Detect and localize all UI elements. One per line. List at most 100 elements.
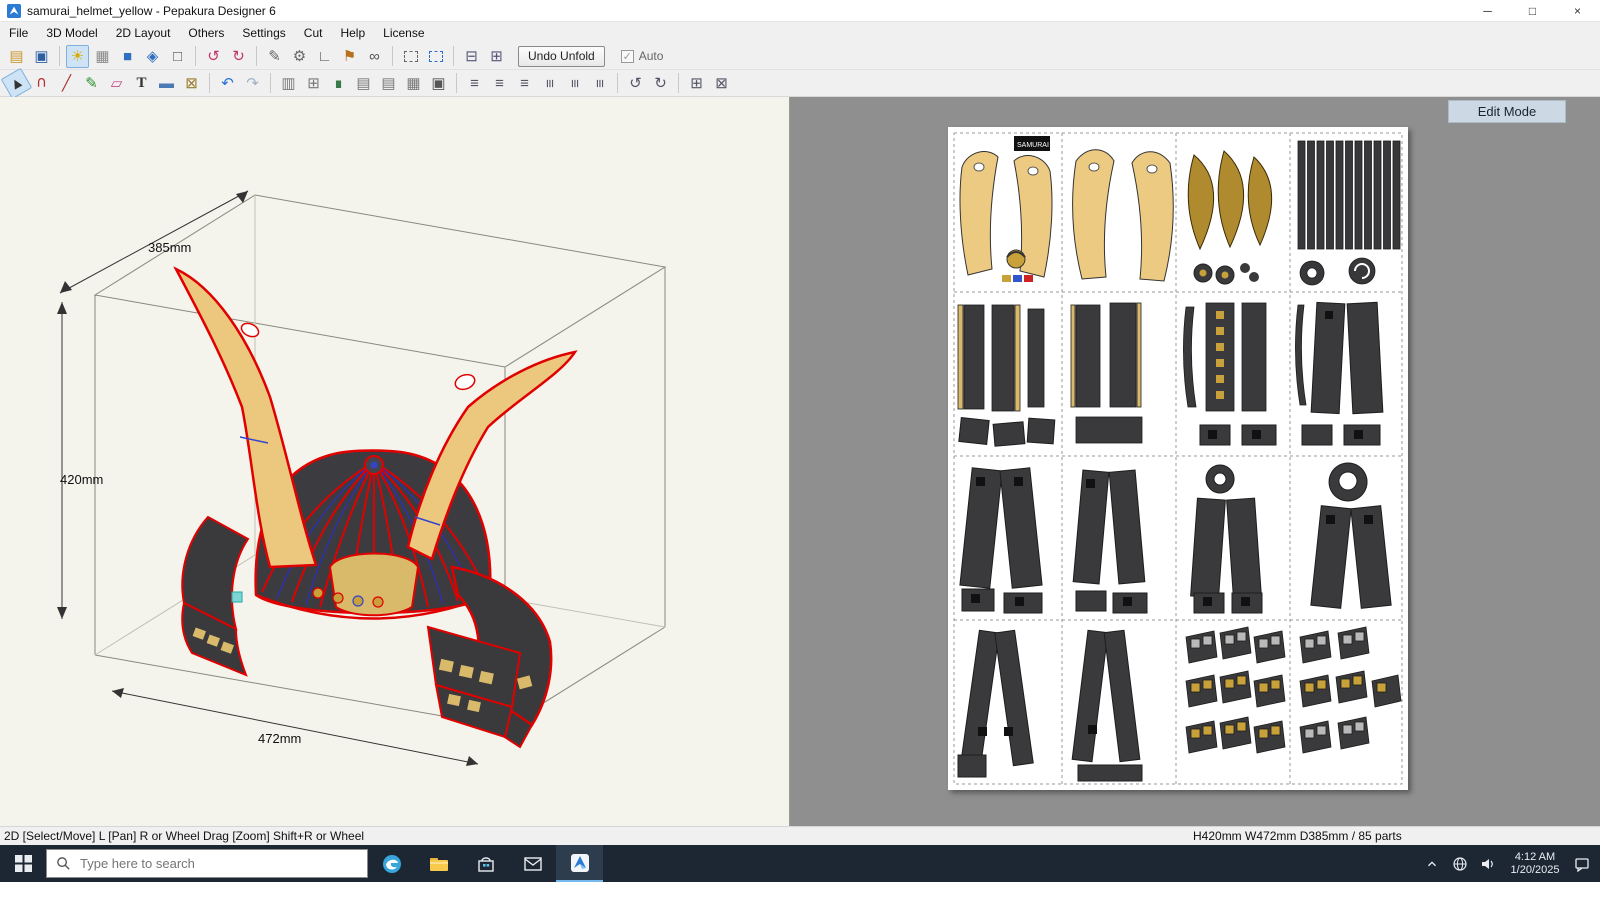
auto-checkbox[interactable]: ✓ — [620, 49, 634, 63]
print-icon[interactable]: ▣ — [427, 72, 450, 95]
export-image-icon[interactable]: ▤ — [377, 72, 400, 95]
select-area-plus-icon[interactable] — [424, 45, 447, 68]
taskbar-edge[interactable] — [368, 845, 415, 882]
link-icon[interactable]: ∞ — [363, 45, 386, 68]
menu-3d-model[interactable]: 3D Model — [37, 22, 106, 43]
align-bottom-icon[interactable]: ≡ — [588, 72, 611, 95]
tray-chevron-up-icon[interactable] — [1420, 845, 1444, 882]
status-hint: 2D [Select/Move] L [Pan] R or Wheel Drag… — [4, 829, 365, 843]
align-top-icon[interactable]: ≡ — [538, 72, 561, 95]
part-panels-1[interactable] — [957, 304, 1056, 447]
export-print-icon[interactable]: ▦ — [402, 72, 425, 95]
toolbar-separator — [270, 73, 271, 93]
taskbar-mail[interactable] — [509, 845, 556, 882]
taskbar-store[interactable] — [462, 845, 509, 882]
part-plate-rows-2[interactable] — [1299, 626, 1402, 754]
part-ring-panels-1[interactable] — [1190, 464, 1263, 614]
menu-help[interactable]: Help — [331, 22, 374, 43]
rotate-right90-icon[interactable]: ↻ — [649, 72, 672, 95]
part-tapered-panels-1[interactable] — [959, 467, 1043, 614]
search-icon — [57, 857, 70, 870]
menu-2d-layout[interactable]: 2D Layout — [107, 22, 180, 43]
part-panels-4[interactable] — [1295, 301, 1384, 446]
minimize-button[interactable]: ─ — [1465, 0, 1510, 22]
edit-mode-button[interactable]: Edit Mode — [1448, 100, 1566, 123]
texture-icon[interactable]: ▦ — [91, 45, 114, 68]
start-button[interactable] — [0, 845, 46, 882]
pane-split-h-icon[interactable]: ⊟ — [460, 45, 483, 68]
close-button[interactable]: × — [1555, 0, 1600, 22]
flatten-icon[interactable]: ⊞ — [302, 72, 325, 95]
viewport-3d[interactable]: 385mm 420mm 472mm — [0, 97, 790, 826]
shaded-view-icon[interactable]: ■ — [116, 45, 139, 68]
arrange-parts-icon[interactable]: ⊞ — [685, 72, 708, 95]
align-middle-icon[interactable]: ≡ — [563, 72, 586, 95]
rotate-left90-icon[interactable]: ↺ — [624, 72, 647, 95]
eraser-icon[interactable]: ▱ — [105, 72, 128, 95]
part-crest-pair-1[interactable]: SAMURAI — [959, 136, 1053, 282]
edge-pen-icon[interactable]: ✎ — [263, 45, 286, 68]
taskbar-clock[interactable]: 4:12 AM 1/20/2025 — [1504, 851, 1566, 877]
part-long-strips-1[interactable] — [957, 629, 1034, 778]
part-panels-3[interactable] — [1183, 302, 1277, 446]
tray-volume-icon[interactable] — [1476, 845, 1500, 882]
align-center-h-icon[interactable]: ≡ — [488, 72, 511, 95]
smooth-view-icon[interactable]: ◈ — [141, 45, 164, 68]
export-doc-icon[interactable]: ▤ — [352, 72, 375, 95]
redo-icon[interactable]: ↷ — [241, 72, 264, 95]
part-tapered-panels-2[interactable] — [1072, 469, 1148, 614]
pattern-sheet[interactable]: SAMURAI — [948, 127, 1408, 790]
align-left-icon[interactable]: ≡ — [463, 72, 486, 95]
select-arrow-icon[interactable]: ▲ — [0, 67, 33, 99]
undo-icon[interactable]: ↶ — [216, 72, 239, 95]
windows-logo-icon — [14, 855, 32, 872]
edge-icon — [382, 854, 401, 873]
material-icon[interactable]: ⊠ — [180, 72, 203, 95]
align-right-icon[interactable]: ≡ — [513, 72, 536, 95]
knife-icon[interactable]: ╱ — [55, 72, 78, 95]
maximize-button[interactable]: □ — [1510, 0, 1555, 22]
helmet-3d-model[interactable] — [173, 266, 578, 749]
undo-unfold-button[interactable]: Undo Unfold — [518, 45, 605, 67]
magnet-icon[interactable]: ∪ — [30, 72, 53, 95]
menu-others[interactable]: Others — [179, 22, 233, 43]
toolbar-separator — [256, 46, 257, 66]
taskbar-file-explorer[interactable] — [415, 845, 462, 882]
select-area-icon[interactable] — [399, 45, 422, 68]
rotate-cw-icon[interactable]: ↻ — [227, 45, 250, 68]
light-icon[interactable]: ☀ — [66, 44, 89, 68]
book-icon[interactable]: ▥ — [277, 72, 300, 95]
text-tool-icon[interactable]: T — [130, 72, 153, 95]
sheet-parts: SAMURAI — [953, 132, 1403, 785]
pen-icon[interactable]: ✎ — [80, 72, 103, 95]
menu-license[interactable]: License — [374, 22, 433, 43]
search-input[interactable] — [80, 856, 340, 871]
part-ring-panels-2[interactable] — [1310, 462, 1392, 609]
wireframe-view-icon[interactable]: □ — [166, 45, 189, 68]
system-tray: 4:12 AM 1/20/2025 — [1420, 845, 1600, 882]
part-long-strips-2[interactable] — [1071, 629, 1143, 782]
menu-cut[interactable]: Cut — [295, 22, 332, 43]
chart-icon[interactable]: ∎ — [327, 72, 350, 95]
tray-network-icon[interactable] — [1448, 845, 1472, 882]
protractor-icon[interactable]: ∟ — [313, 45, 336, 68]
part-crest-pair-2[interactable] — [1072, 149, 1174, 282]
menu-settings[interactable]: Settings — [233, 22, 294, 43]
taskbar-search[interactable] — [46, 849, 368, 878]
interlock-icon[interactable]: ⊠ — [710, 72, 733, 95]
viewport-2d[interactable]: SAMURAI Edit Mode — [790, 97, 1600, 826]
part-strips-block[interactable] — [1297, 140, 1401, 286]
rotate-ccw-icon[interactable]: ↺ — [202, 45, 225, 68]
part-plate-rows-1[interactable] — [1185, 626, 1286, 754]
part-panels-2[interactable] — [1070, 302, 1143, 444]
action-center-icon[interactable] — [1570, 845, 1594, 882]
taskbar-pepakura[interactable] — [556, 845, 603, 882]
open-folder-icon[interactable]: ▤ — [5, 45, 28, 68]
save-icon[interactable]: ▣ — [30, 45, 53, 68]
pane-split-v-icon[interactable]: ⊞ — [485, 45, 508, 68]
gear-icon[interactable]: ⚙ — [288, 45, 311, 68]
image-icon[interactable]: ▬ — [155, 72, 178, 95]
menu-file[interactable]: File — [0, 22, 37, 43]
part-crescents[interactable] — [1187, 150, 1273, 285]
flag-icon[interactable]: ⚑ — [338, 45, 361, 68]
